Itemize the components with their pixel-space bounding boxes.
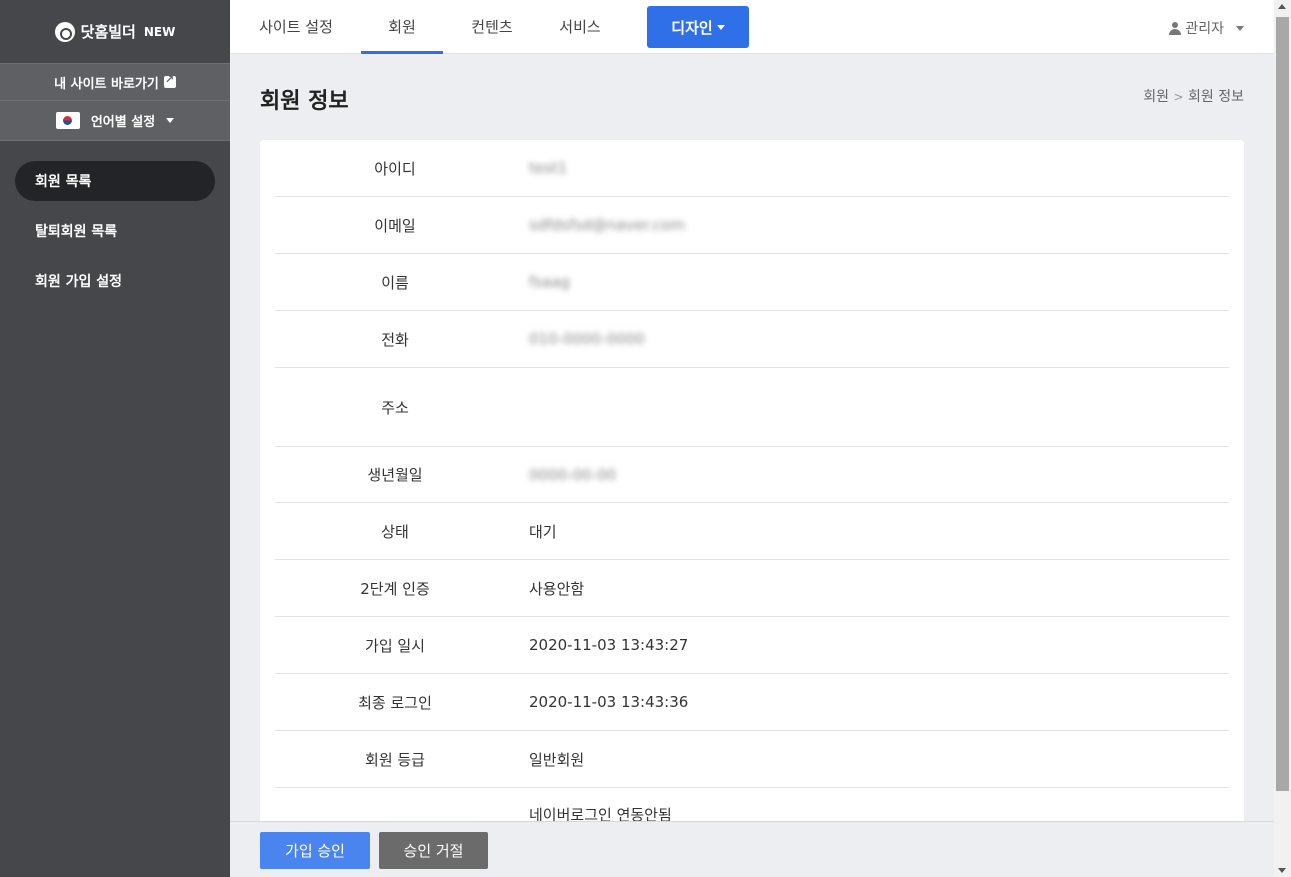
tab-label: 회원 — [388, 18, 416, 36]
info-row-2fa: 2단계 인증 사용안함 — [275, 560, 1229, 617]
tab-member[interactable]: 회원 — [361, 0, 443, 54]
reject-button[interactable]: 승인 거절 — [379, 832, 488, 869]
external-link-icon — [163, 73, 176, 88]
sidebar-nav: 회원 목록 탈퇴회원 목록 회원 가입 설정 — [0, 161, 230, 301]
sidebar-item-label: 회원 가입 설정 — [35, 274, 123, 290]
scrollbar[interactable] — [1274, 0, 1291, 877]
chevron-down-icon — [166, 118, 175, 123]
row-value: 010-0000-0000 — [529, 330, 645, 348]
chevron-down-icon — [716, 24, 725, 30]
info-row-joined-at: 가입 일시 2020-11-03 13:43:27 — [275, 617, 1229, 674]
top-nav: 사이트 설정 회원 컨텐츠 서비스 디자인 관리자 — [230, 0, 1274, 54]
row-label: 상태 — [381, 522, 409, 541]
my-site-link[interactable]: 내 사이트 바로가기 — [0, 63, 230, 100]
admin-menu[interactable]: 관리자 — [1169, 18, 1244, 38]
design-button[interactable]: 디자인 — [647, 6, 749, 48]
info-row-grade: 회원 등급 일반회원 — [275, 731, 1229, 788]
row-label: 이메일 — [374, 216, 416, 235]
row-label: 이름 — [381, 273, 409, 292]
row-value: sdfdsfsd@naver.com — [529, 216, 685, 234]
sidebar-item-member-list[interactable]: 회원 목록 — [15, 161, 215, 201]
row-label: 최종 로그인 — [358, 693, 432, 712]
info-row-email: 이메일 sdfdsfsd@naver.com — [275, 197, 1229, 254]
scroll-down-arrow-icon[interactable] — [1278, 868, 1286, 873]
row-label: 전화 — [381, 330, 409, 349]
row-value: test1 — [529, 159, 568, 177]
row-value: 일반회원 — [529, 750, 585, 769]
info-row-id: 아이디 test1 — [275, 140, 1229, 197]
logo-badge: NEW — [143, 24, 176, 39]
breadcrumb-separator-icon: > — [1173, 90, 1184, 104]
sidebar-item-label: 회원 목록 — [35, 174, 92, 190]
row-value: 2020-11-03 13:43:36 — [529, 693, 689, 711]
scrollbar-thumb[interactable] — [1276, 17, 1289, 791]
tab-label: 컨텐츠 — [471, 18, 513, 36]
breadcrumb-current: 회원 정보 — [1188, 89, 1244, 105]
approve-button[interactable]: 가입 승인 — [260, 832, 370, 869]
tab-service[interactable]: 서비스 — [545, 0, 615, 54]
row-label: 주소 — [381, 398, 409, 417]
row-value: 대기 — [529, 522, 557, 541]
logo[interactable]: 닷홈빌더 NEW — [0, 0, 230, 63]
member-info-card: 아이디 test1 이메일 sdfdsfsd@naver.com 이름 fsaa… — [260, 140, 1244, 840]
design-button-label: 디자인 — [671, 18, 713, 37]
sidebar-item-signup-settings[interactable]: 회원 가입 설정 — [15, 261, 215, 301]
row-value: fsaag — [529, 273, 571, 291]
row-label: 아이디 — [374, 159, 416, 178]
info-row-name: 이름 fsaag — [275, 254, 1229, 311]
row-label: 2단계 인증 — [360, 579, 430, 598]
logo-icon — [54, 21, 75, 42]
action-bar: 가입 승인 승인 거절 — [230, 821, 1274, 877]
logo-text: 닷홈빌더 — [80, 23, 136, 41]
admin-label: 관리자 — [1185, 21, 1224, 37]
sidebar-item-label: 탈퇴회원 목록 — [35, 224, 118, 240]
tab-label: 서비스 — [559, 18, 601, 36]
tab-site-settings[interactable]: 사이트 설정 — [242, 0, 350, 54]
info-row-address: 주소 — [275, 368, 1229, 447]
info-row-birthdate: 생년월일 0000-00-00 — [275, 447, 1229, 503]
row-label: 회원 등급 — [365, 750, 425, 769]
page-title: 회원 정보 — [260, 89, 349, 114]
language-label: 언어별 설정 — [90, 115, 156, 130]
sidebar: 닷홈빌더 NEW 내 사이트 바로가기 언어별 설정 회원 목록 탈퇴회원 목록… — [0, 0, 230, 877]
scroll-up-arrow-icon[interactable] — [1278, 4, 1286, 9]
my-site-link-label: 내 사이트 바로가기 — [54, 76, 159, 92]
info-row-last-login: 최종 로그인 2020-11-03 13:43:36 — [275, 674, 1229, 731]
row-label: 가입 일시 — [365, 636, 425, 655]
row-value: 사용안함 — [529, 579, 585, 598]
tab-contents[interactable]: 컨텐츠 — [458, 0, 526, 54]
user-icon — [1169, 21, 1182, 35]
language-dropdown[interactable]: 언어별 설정 — [0, 100, 230, 141]
breadcrumb: 회원 > 회원 정보 — [1143, 86, 1244, 106]
info-row-status: 상태 대기 — [275, 503, 1229, 560]
chevron-down-icon — [1236, 25, 1244, 31]
korea-flag-icon — [55, 112, 80, 129]
tab-label: 사이트 설정 — [259, 18, 333, 36]
row-value: 0000-00-00 — [529, 465, 617, 484]
sidebar-item-withdrawn-list[interactable]: 탈퇴회원 목록 — [15, 211, 215, 251]
info-row-phone: 전화 010-0000-0000 — [275, 311, 1229, 368]
row-value: 2020-11-03 13:43:27 — [529, 636, 689, 654]
breadcrumb-parent[interactable]: 회원 — [1143, 89, 1169, 105]
row-label: 생년월일 — [367, 466, 423, 484]
